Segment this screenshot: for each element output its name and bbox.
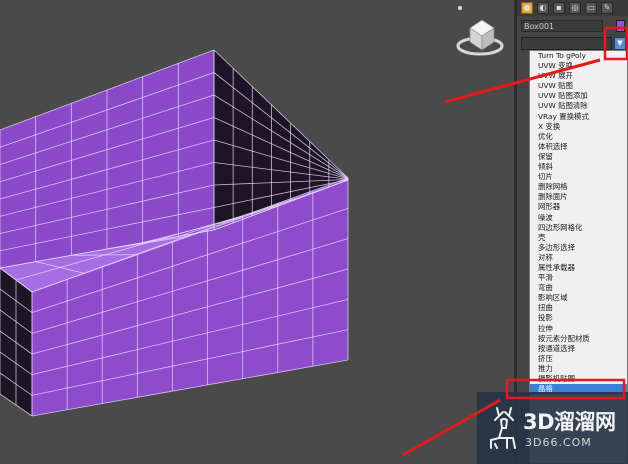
modifier-list-item[interactable]: UVW 贴图清除 [530,101,627,111]
modifier-list-item[interactable]: 优化 [530,132,627,142]
display-tab-icon[interactable]: ▭ [585,2,597,14]
modifier-list-item[interactable]: 扭曲 [530,303,627,313]
modifier-list-item[interactable]: 按通道选择 [530,344,627,354]
modifier-list-item[interactable]: 保留 [530,152,627,162]
modifier-list-item[interactable]: 摄影机贴图 [530,374,627,384]
deer-logo-icon [490,407,516,449]
modifier-list-item[interactable]: 拉伸 [530,324,627,334]
box-mesh [0,49,349,417]
modifier-list-item[interactable]: 挤压 [530,354,627,364]
modifier-list-item[interactable]: UVW 贴图 [530,81,627,91]
modifier-list-item[interactable]: 多边形选择 [530,243,627,253]
modifier-list-field[interactable] [521,37,612,50]
utilities-tab-icon[interactable]: ✎ [601,2,613,14]
modifier-list-item[interactable]: 按元素分配材质 [530,334,627,344]
modifier-list-item[interactable]: 网形器 [530,202,627,212]
modifier-list-item[interactable]: 平滑 [530,273,627,283]
modifier-list-item[interactable]: 对称 [530,253,627,263]
modifier-list-item[interactable]: 噪波 [530,213,627,223]
modifier-list-item[interactable]: 倾斜 [530,162,627,172]
modifier-list-item[interactable]: VRay 置换模式 [530,112,627,122]
modify-tab-icon[interactable]: ◐ [537,2,549,14]
create-tab-icon[interactable]: ● [521,2,533,14]
modifier-list-item[interactable]: 属性承载器 [530,263,627,273]
modifier-list-item[interactable]: 影响区域 [530,293,627,303]
modifier-list-item[interactable]: 删除网格 [530,182,627,192]
object-name-field[interactable]: Box001 [521,20,603,32]
motion-tab-icon[interactable]: ◎ [569,2,581,14]
hierarchy-tab-icon[interactable]: ▪ [553,2,565,14]
site-watermark: 3D溜溜网 3D66.COM [477,392,628,464]
modifier-list-item[interactable]: 弯曲 [530,283,627,293]
modifier-list-item[interactable]: 体积选择 [530,142,627,152]
modifier-list-item[interactable]: 切片 [530,172,627,182]
watermark-brand: 3D溜溜网 [523,410,616,434]
modifier-list-item[interactable]: UVW 展开 [530,71,627,81]
modifier-list-item[interactable]: X 变换 [530,122,627,132]
watermark-site: 3D66.COM [525,436,592,449]
modifier-list-item[interactable]: 推力 [530,364,627,374]
perspective-viewport[interactable] [0,0,514,464]
modifier-list-item[interactable]: 删除面片 [530,192,627,202]
modifier-list-item[interactable]: 投影 [530,313,627,323]
modifier-list-item[interactable]: UVW 贴图添加 [530,91,627,101]
modifier-list-item[interactable]: UVW 变换 [530,61,627,71]
view-cube-icon[interactable] [452,4,512,64]
command-panel-tabs: ● ◐ ▪ ◎ ▭ ✎ [517,0,628,16]
object-color-swatch[interactable] [616,20,625,32]
modifier-list-item[interactable]: 四边形网格化 [530,223,627,233]
dropdown-arrow-icon[interactable]: ▼ [614,37,626,50]
modifier-list-item[interactable]: Turn To gPoly [530,51,627,61]
modifier-list-item[interactable]: 壳 [530,233,627,243]
